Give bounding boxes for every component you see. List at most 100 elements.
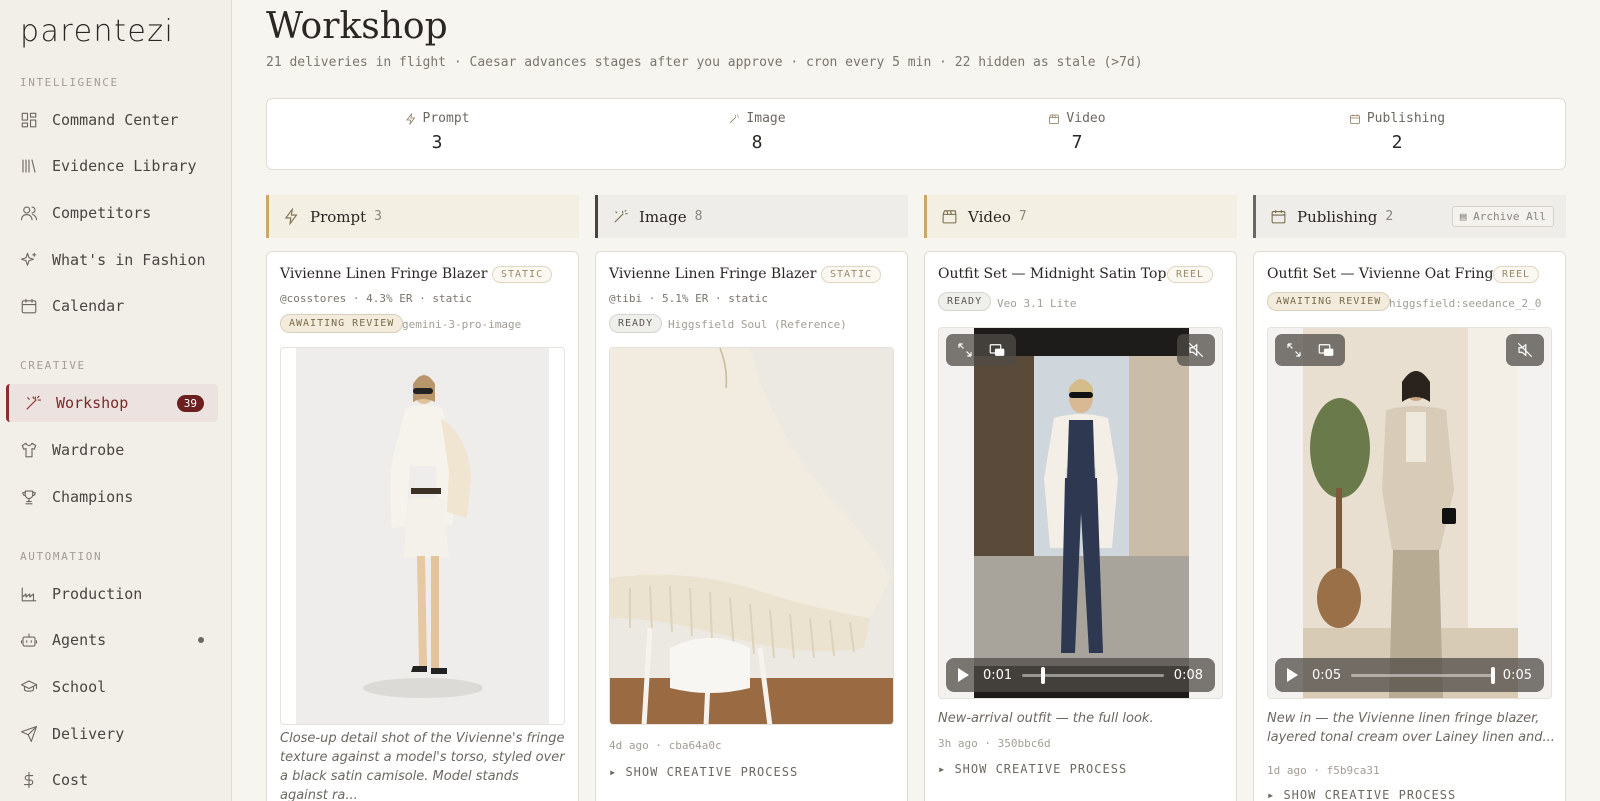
scrubber-thumb[interactable] bbox=[1490, 666, 1495, 684]
scrubber-thumb[interactable] bbox=[1041, 666, 1046, 684]
delivery-card-image[interactable]: Vivienne Linen Fringe Blazer - ... STATI… bbox=[595, 251, 908, 801]
picture-in-picture-icon[interactable] bbox=[1317, 341, 1335, 359]
card-image[interactable] bbox=[609, 347, 894, 725]
sidebar-item-command-center[interactable]: Command Center bbox=[6, 101, 218, 139]
column-header-publishing: Publishing 2 ▤ Archive All bbox=[1253, 195, 1566, 238]
sidebar-item-label: Agents bbox=[52, 631, 107, 649]
stat-label: Prompt bbox=[422, 111, 470, 126]
calendar-icon bbox=[1271, 210, 1286, 224]
card-image[interactable] bbox=[280, 347, 565, 725]
video-top-controls-right bbox=[1177, 334, 1215, 366]
column-name: Image bbox=[639, 207, 687, 226]
column-count: 2 bbox=[1385, 209, 1394, 224]
format-tag: STATIC bbox=[821, 266, 882, 283]
sidebar-item-label: School bbox=[52, 678, 107, 696]
card-title: Outfit Set — Vivienne Oat Fringe ... bbox=[1267, 266, 1520, 282]
bot-icon bbox=[20, 633, 38, 647]
column-count: 8 bbox=[694, 209, 703, 224]
trophy-icon bbox=[22, 490, 36, 505]
mute-icon[interactable] bbox=[1516, 341, 1534, 359]
wand-icon bbox=[614, 209, 628, 223]
column-name: Prompt bbox=[310, 207, 367, 226]
video-scrubber[interactable] bbox=[1351, 666, 1495, 684]
show-creative-process-toggle[interactable]: ▸ SHOW CREATIVE PROCESS bbox=[938, 762, 1127, 776]
section-intelligence: INTELLIGENCE bbox=[20, 76, 119, 89]
video-scrubber[interactable] bbox=[1022, 666, 1164, 684]
column-count: 3 bbox=[374, 209, 382, 224]
video-player[interactable]: 0:01 0:08 bbox=[938, 327, 1223, 699]
street-outfit-video-frame bbox=[974, 328, 1189, 698]
fullscreen-icon[interactable] bbox=[1285, 341, 1303, 359]
card-title: Outfit Set — Midnight Satin Top · ... bbox=[938, 266, 1194, 282]
sparkle-icon bbox=[20, 252, 37, 266]
sidebar-item-label: Cost bbox=[52, 771, 89, 789]
delivery-card-prompt[interactable]: Vivienne Linen Fringe Blazer - ... STATI… bbox=[266, 251, 579, 801]
show-creative-process-toggle[interactable]: ▸ SHOW CREATIVE PROCESS bbox=[609, 765, 798, 779]
sidebar: parentezi INTELLIGENCE Command Center Ev… bbox=[0, 0, 232, 801]
card-description: New-arrival outfit — the full look. bbox=[938, 711, 1154, 726]
total-time: 0:08 bbox=[1173, 667, 1203, 683]
stat-value: 8 bbox=[751, 132, 763, 153]
sidebar-item-school[interactable]: School bbox=[6, 668, 218, 706]
delivery-card-publishing[interactable]: Outfit Set — Vivienne Oat Fringe ... REE… bbox=[1253, 251, 1566, 801]
sidebar-item-label: What's in Fashion bbox=[52, 251, 206, 269]
total-time: 0:05 bbox=[1502, 667, 1532, 683]
column-name: Video bbox=[968, 207, 1011, 226]
wand-icon bbox=[730, 113, 740, 123]
sidebar-item-champions[interactable]: Champions bbox=[6, 478, 218, 516]
stat-label: Publishing bbox=[1366, 111, 1446, 126]
status-badge: READY bbox=[938, 292, 992, 311]
video-player[interactable]: 0:05 0:05 bbox=[1267, 327, 1552, 699]
bolt-icon bbox=[284, 208, 298, 225]
sidebar-item-workshop[interactable]: Workshop 39 bbox=[6, 384, 218, 422]
bolt-icon bbox=[405, 112, 415, 125]
current-time: 0:05 bbox=[1312, 667, 1342, 683]
model-name: Veo 3.1 Lite bbox=[997, 297, 1077, 310]
fullscreen-icon[interactable] bbox=[956, 341, 974, 359]
sidebar-item-production[interactable]: Production bbox=[6, 575, 218, 613]
video-controls: 0:01 0:08 bbox=[946, 658, 1215, 692]
card-description: Close-up detail shot of the Vivienne's f… bbox=[280, 731, 565, 801]
delivery-card-video[interactable]: Outfit Set — Midnight Satin Top · ... RE… bbox=[924, 251, 1237, 801]
archive-all-button[interactable]: ▤ Archive All bbox=[1451, 206, 1554, 227]
current-time: 0:01 bbox=[983, 667, 1013, 683]
sidebar-item-label: Delivery bbox=[52, 725, 125, 743]
clapperboard-icon bbox=[1049, 114, 1060, 124]
sidebar-item-whats-in-fashion[interactable]: What's in Fashion bbox=[6, 241, 218, 279]
card-meta: @tibi · 5.1% ER · static bbox=[609, 292, 768, 305]
sidebar-item-label: Competitors bbox=[52, 204, 152, 222]
mute-icon[interactable] bbox=[1187, 341, 1205, 359]
sidebar-item-competitors[interactable]: Competitors bbox=[6, 194, 218, 232]
stat-publishing: Publishing 2 bbox=[1297, 111, 1497, 153]
page-title: Workshop bbox=[266, 6, 448, 47]
library-icon bbox=[22, 159, 36, 173]
sidebar-item-agents[interactable]: Agents bbox=[6, 621, 218, 659]
sidebar-item-calendar[interactable]: Calendar bbox=[6, 287, 218, 325]
video-top-controls-left bbox=[946, 334, 1016, 366]
column-count: 7 bbox=[1018, 209, 1027, 224]
page-subtitle: 21 deliveries in flight · Caesar advance… bbox=[266, 55, 1143, 70]
sidebar-item-label: Calendar bbox=[52, 297, 125, 315]
sidebar-item-wardrobe[interactable]: Wardrobe bbox=[6, 431, 218, 469]
sidebar-item-cost[interactable]: Cost bbox=[6, 761, 218, 799]
clapperboard-icon bbox=[942, 210, 957, 224]
play-icon[interactable] bbox=[958, 668, 969, 682]
stat-label: Video bbox=[1066, 111, 1106, 126]
sidebar-item-label: Command Center bbox=[52, 111, 179, 129]
sidebar-item-evidence-library[interactable]: Evidence Library bbox=[6, 147, 218, 185]
workshop-count-badge: 39 bbox=[176, 394, 204, 412]
video-top-controls-right bbox=[1506, 334, 1544, 366]
interior-outfit-video-frame bbox=[1303, 328, 1518, 698]
show-creative-process-toggle[interactable]: ▸ SHOW CREATIVE PROCESS bbox=[1267, 788, 1456, 801]
sidebar-item-delivery[interactable]: Delivery bbox=[6, 715, 218, 753]
sidebar-item-label: Production bbox=[52, 585, 143, 603]
model-in-white-blazer-image bbox=[281, 348, 564, 724]
card-footer: 3h ago · 350bbc6d bbox=[938, 737, 1051, 750]
stat-prompt: Prompt 3 bbox=[337, 111, 537, 153]
calendar-icon bbox=[21, 298, 37, 314]
column-name: Publishing bbox=[1297, 207, 1378, 226]
grid-icon bbox=[21, 112, 37, 128]
picture-in-picture-icon[interactable] bbox=[988, 341, 1006, 359]
play-icon[interactable] bbox=[1287, 668, 1298, 682]
card-footer: 1d ago · f5b9ca31 bbox=[1267, 764, 1380, 777]
